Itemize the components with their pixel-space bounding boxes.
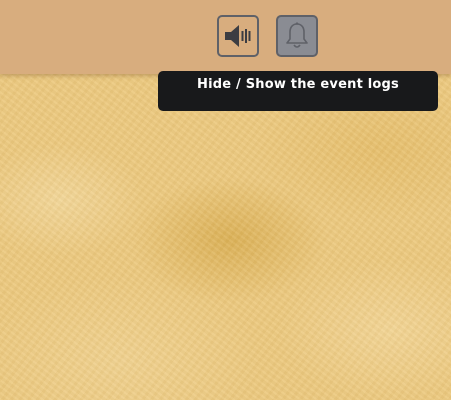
- bell-icon: [286, 22, 308, 48]
- event-log-toggle-button[interactable]: [276, 15, 318, 57]
- event-log-tooltip: Hide / Show the event logs: [158, 71, 438, 111]
- top-toolbar: [0, 0, 451, 74]
- sound-toggle-button[interactable]: [217, 15, 259, 57]
- speaker-volume-icon: [225, 25, 251, 47]
- tooltip-text: Hide / Show the event logs: [197, 77, 399, 92]
